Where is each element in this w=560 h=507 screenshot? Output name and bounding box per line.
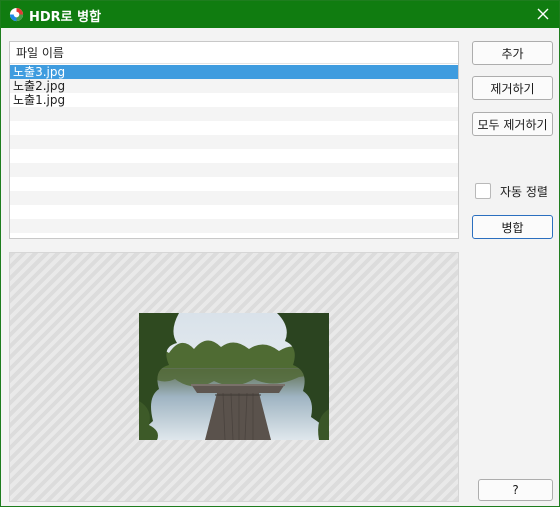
list-item[interactable]: 노출1.jpg	[10, 93, 458, 107]
hdr-app-icon	[9, 7, 24, 22]
column-header-filename[interactable]: 파일 이름	[10, 42, 458, 64]
title-bar[interactable]: HDR로 병합	[1, 1, 559, 28]
close-icon	[537, 8, 549, 20]
list-item[interactable]: 노출3.jpg	[10, 65, 458, 79]
auto-align-option[interactable]: 자동 정렬	[475, 182, 548, 200]
window-title: HDR로 병합	[29, 10, 102, 25]
file-list[interactable]: 파일 이름 노출3.jpg 노출2.jpg 노출1.jpg	[9, 41, 459, 239]
file-list-body[interactable]: 노출3.jpg 노출2.jpg 노출1.jpg	[10, 65, 458, 238]
merge-button[interactable]: 병합	[472, 215, 553, 239]
lake-dock-photo	[139, 313, 329, 440]
remove-all-button[interactable]: 모두 제거하기	[472, 112, 553, 136]
auto-align-checkbox[interactable]	[475, 183, 491, 199]
preview-image	[139, 313, 329, 440]
remove-button[interactable]: 제거하기	[472, 76, 553, 100]
help-button[interactable]: ?	[478, 479, 553, 501]
image-preview	[9, 252, 459, 502]
hdr-merge-dialog: HDR로 병합 파일 이름 노출3.jpg 노출2.jpg 노출1.jpg 추가…	[0, 0, 560, 507]
list-item[interactable]: 노출2.jpg	[10, 79, 458, 93]
add-button[interactable]: 추가	[472, 41, 553, 65]
auto-align-label[interactable]: 자동 정렬	[500, 183, 548, 200]
close-button[interactable]	[531, 3, 555, 25]
